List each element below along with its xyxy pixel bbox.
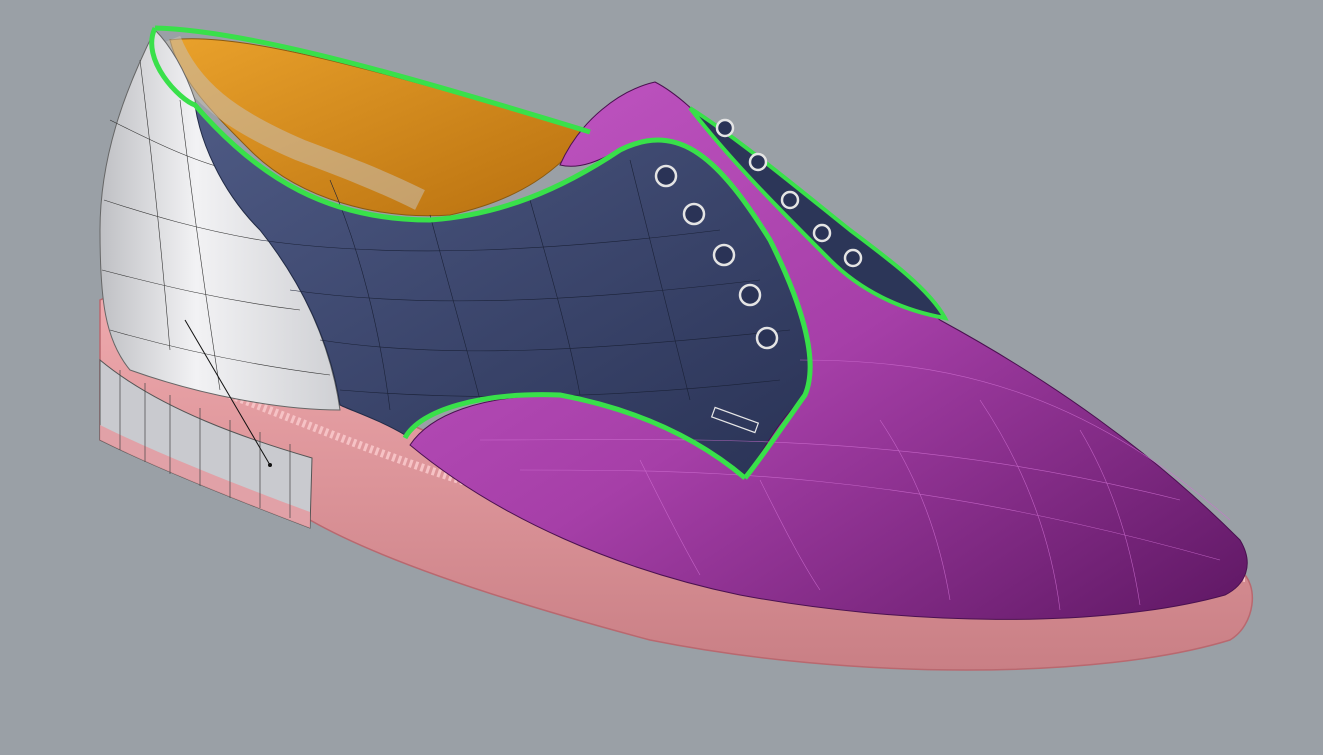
3d-viewport[interactable] [0,0,1323,755]
eyelet-icon [755,326,779,350]
eyelet-icon [715,118,735,138]
eyelet-icon [748,152,768,172]
eyelet-icon [780,190,800,210]
eyelet-icon [843,248,863,268]
eyelet-icon [712,243,736,267]
eyelet-icon [682,202,706,226]
shoe-model[interactable] [0,0,1323,755]
eyelet-icon [738,283,762,307]
eyelet-icon [654,164,678,188]
eyelet-icon [812,223,832,243]
